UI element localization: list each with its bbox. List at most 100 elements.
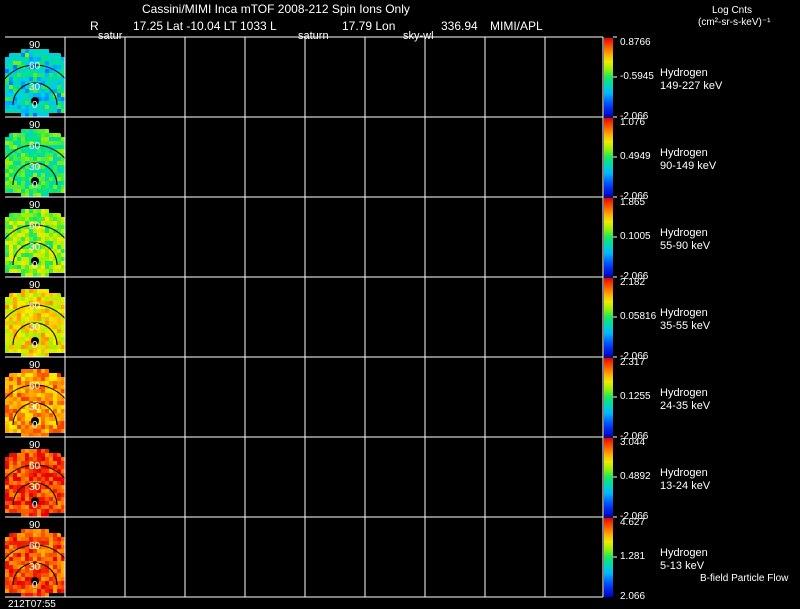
colorbar-max-label: 4.627 xyxy=(620,517,646,528)
spin-pixel xyxy=(9,317,13,321)
species-label: Hydrogen xyxy=(660,387,708,399)
spin-pixel xyxy=(29,397,33,401)
spin-pixel xyxy=(13,233,17,237)
spin-pixel xyxy=(45,333,49,337)
spin-pixel xyxy=(5,481,9,485)
spin-pixel xyxy=(9,157,13,161)
spin-pixel xyxy=(9,293,13,297)
spin-pixel xyxy=(17,73,21,77)
spin-pixel xyxy=(33,113,37,117)
spin-pixel xyxy=(9,409,13,413)
spin-pixel xyxy=(9,257,13,261)
spin-pixel xyxy=(41,429,45,433)
spin-pixel xyxy=(25,473,29,477)
spin-pixel xyxy=(61,545,65,549)
spin-pixel xyxy=(57,481,61,485)
spin-pixel xyxy=(17,373,21,377)
spin-pixel xyxy=(41,153,45,157)
energy-label: 5-13 keV xyxy=(660,560,705,572)
spin-pixel xyxy=(21,185,25,189)
contour-label: 60 xyxy=(29,301,41,312)
spin-pixel xyxy=(49,237,53,241)
spin-pixel xyxy=(53,377,57,381)
spin-pixel xyxy=(57,173,61,177)
spin-pixel xyxy=(49,541,53,545)
spin-pixel xyxy=(17,97,21,101)
contour-label: 0 xyxy=(32,260,38,271)
energy-label: 90-149 keV xyxy=(660,160,717,172)
spin-pixel xyxy=(53,385,57,389)
species-label: Hydrogen xyxy=(660,307,708,319)
spin-pixel xyxy=(57,337,61,341)
spin-pixel xyxy=(9,105,13,109)
spin-pixel xyxy=(29,317,33,321)
spin-pixel xyxy=(61,469,65,473)
spin-pixel xyxy=(5,349,9,353)
spin-pixel xyxy=(41,245,45,249)
spin-pixel xyxy=(17,589,21,593)
colorbar-max-label: 0.8766 xyxy=(620,37,651,48)
spin-pixel xyxy=(57,89,61,93)
spin-pixel xyxy=(33,233,37,237)
spin-pixel xyxy=(9,301,13,305)
spin-pixel xyxy=(61,349,65,353)
spin-pixel xyxy=(41,589,45,593)
spin-pixel xyxy=(9,569,13,573)
spin-pixel xyxy=(45,237,49,241)
spin-pixel xyxy=(25,413,29,417)
spin-pixel xyxy=(5,149,9,153)
spin-pixel xyxy=(29,333,33,337)
contour-label: 30 xyxy=(29,322,41,333)
spin-pixel xyxy=(57,329,61,333)
spin-pixel xyxy=(61,549,65,553)
spin-pixel xyxy=(13,373,17,377)
spin-pixel xyxy=(13,585,17,589)
spin-pixel xyxy=(21,233,25,237)
time-stamp: 212T07:55 xyxy=(8,599,56,609)
spin-pixel xyxy=(17,253,21,257)
units-label: (cm²-sr-s-keV)⁻¹ xyxy=(698,17,771,28)
spin-pixel xyxy=(9,341,13,345)
spin-pixel xyxy=(21,589,25,593)
spin-pixel xyxy=(41,213,45,217)
spin-pixel xyxy=(57,557,61,561)
spin-pixel xyxy=(25,101,29,105)
spin-pixel xyxy=(33,293,37,297)
spin-pixel xyxy=(45,477,49,481)
spin-pixel xyxy=(25,177,29,181)
spin-pixel xyxy=(61,249,65,253)
spin-pixel xyxy=(49,97,53,101)
spin-pixel xyxy=(9,269,13,273)
spin-pixel xyxy=(45,561,49,565)
spin-pixel xyxy=(57,165,61,169)
spin-pixel xyxy=(25,425,29,429)
spin-pixel xyxy=(13,321,17,325)
spin-pixel xyxy=(21,501,25,505)
spin-pixel xyxy=(61,137,65,141)
spin-pixel xyxy=(49,389,53,393)
spin-pixel xyxy=(41,369,45,373)
spin-pixel xyxy=(17,533,21,537)
spin-pixel xyxy=(37,113,41,117)
spin-pixel xyxy=(13,81,17,85)
energy-label: 55-90 keV xyxy=(660,240,711,252)
spin-pixel xyxy=(57,161,61,165)
spin-pixel xyxy=(45,77,49,81)
spin-pixel xyxy=(17,69,21,73)
spin-pixel xyxy=(25,429,29,433)
spin-pixel xyxy=(41,577,45,581)
spin-pixel xyxy=(5,145,9,149)
species-label: Hydrogen xyxy=(660,467,708,479)
spin-pixel xyxy=(21,297,25,301)
spin-pixel xyxy=(45,549,49,553)
spin-pixel xyxy=(49,261,53,265)
spin-pixel xyxy=(13,161,17,165)
spin-pixel xyxy=(57,457,61,461)
spin-pixel xyxy=(13,481,17,485)
spin-pixel xyxy=(53,533,57,537)
spin-pixel xyxy=(33,493,37,497)
spin-pixel xyxy=(45,209,49,213)
spin-pixel xyxy=(49,189,53,193)
spin-pixel xyxy=(57,261,61,265)
spin-pixel xyxy=(61,481,65,485)
